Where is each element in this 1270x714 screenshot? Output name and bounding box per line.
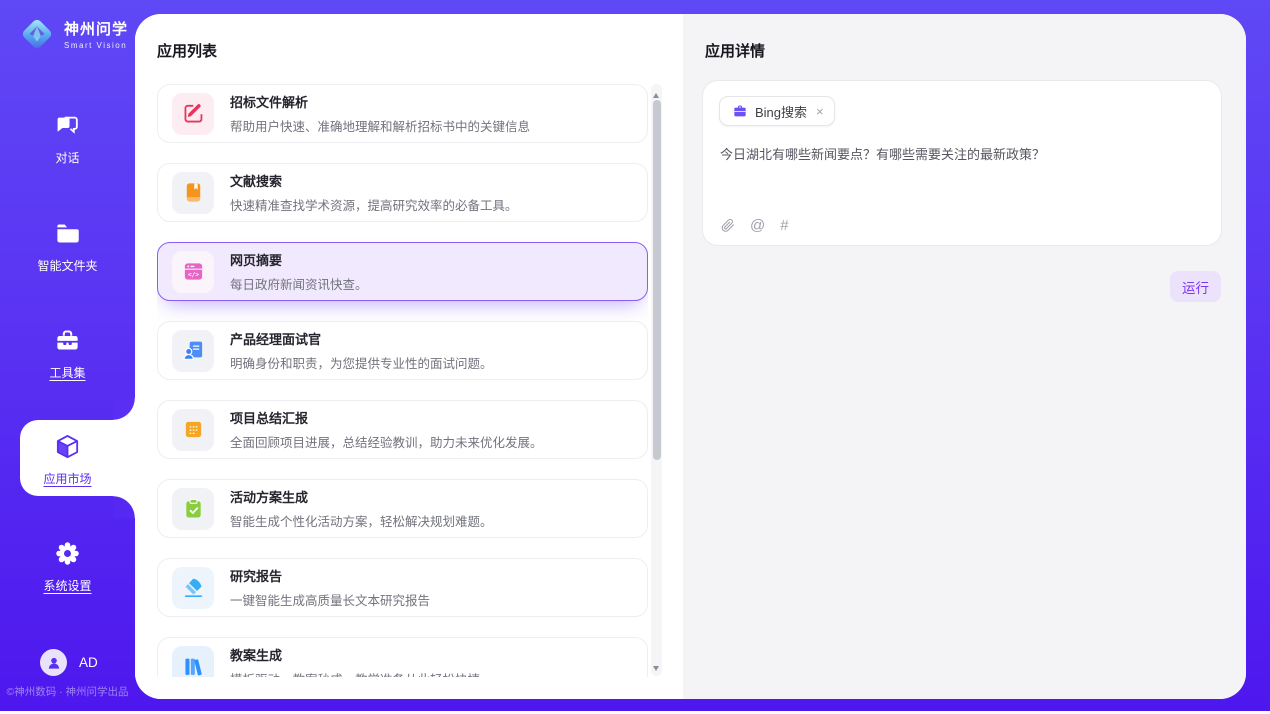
gear-icon bbox=[54, 540, 81, 567]
scrollbar-thumb[interactable] bbox=[653, 100, 661, 460]
prompt-input[interactable]: 今日湖北有哪些新闻要点？有哪些需要关注的最新政策？ bbox=[720, 145, 1205, 165]
app-card-description: 智能生成个性化活动方案，轻松解决规划难题。 bbox=[230, 511, 493, 530]
clipboard-check-icon bbox=[182, 497, 205, 520]
app-icon-tile bbox=[172, 172, 214, 214]
app-card-title: 文献搜索 bbox=[230, 171, 518, 190]
app-window: 神州问学 Smart Vision 对话 智能文件夹 工具集 应用市场 系统设置… bbox=[0, 0, 1270, 711]
app-icon-tile bbox=[172, 488, 214, 530]
edit-doc-icon bbox=[182, 102, 205, 125]
app-card[interactable]: 文献搜索 快速精准查找学术资源，提高研究效率的必备工具。 bbox=[157, 163, 648, 222]
hashtag-icon[interactable]: # bbox=[780, 218, 788, 233]
app-card-title: 活动方案生成 bbox=[230, 487, 493, 506]
sidebar-item-label: 对话 bbox=[0, 149, 135, 166]
app-list-scrollbar[interactable] bbox=[651, 84, 662, 676]
app-list-title: 应用列表 bbox=[157, 40, 217, 61]
avatar bbox=[40, 649, 67, 676]
app-card-description: 模板驱动，教案秒成，教学准备从此轻松快捷 bbox=[230, 669, 480, 677]
mention-icon[interactable]: @ bbox=[750, 218, 765, 233]
app-icon-tile bbox=[172, 567, 214, 609]
prompt-toolbar: @ # bbox=[720, 218, 789, 233]
app-icon-tile bbox=[172, 409, 214, 451]
user-icon bbox=[46, 655, 62, 671]
app-card-description: 快速精准查找学术资源，提高研究效率的必备工具。 bbox=[230, 195, 518, 214]
app-card[interactable]: 研究报告 一键智能生成高质量长文本研究报告 bbox=[157, 558, 648, 617]
app-card-description: 一键智能生成高质量长文本研究报告 bbox=[230, 590, 430, 609]
app-card-description: 帮助用户快速、准确地理解和解析招标书中的关键信息 bbox=[230, 116, 530, 135]
main-content: 应用列表 招标文件解析 帮助用户快速、准确地理解和解析招标书中的关键信息 文献搜… bbox=[135, 14, 1246, 699]
sidebar: 神州问学 Smart Vision 对话 智能文件夹 工具集 应用市场 系统设置… bbox=[0, 0, 135, 711]
chat-icon bbox=[54, 112, 81, 139]
pen-icon bbox=[182, 576, 205, 599]
app-card[interactable]: 项目总结汇报 全面回顾项目进展，总结经验教训，助力未来优化发展。 bbox=[157, 400, 648, 459]
sidebar-item-label: 系统设置 bbox=[0, 577, 135, 594]
sidebar-item-label: 工具集 bbox=[0, 364, 135, 381]
tag-close-icon[interactable]: × bbox=[816, 104, 824, 119]
user-name: AD bbox=[79, 655, 98, 670]
toolbox-icon bbox=[54, 327, 81, 354]
app-detail-title: 应用详情 bbox=[705, 40, 765, 61]
app-icon-tile bbox=[172, 251, 214, 293]
app-card-title: 项目总结汇报 bbox=[230, 408, 543, 427]
app-list-panel: 应用列表 招标文件解析 帮助用户快速、准确地理解和解析招标书中的关键信息 文献搜… bbox=[135, 14, 683, 699]
sidebar-item-1[interactable]: 智能文件夹 bbox=[0, 220, 135, 274]
app-list: 招标文件解析 帮助用户快速、准确地理解和解析招标书中的关键信息 文献搜索 快速精… bbox=[157, 84, 648, 677]
scroll-down-arrow[interactable] bbox=[651, 661, 662, 673]
app-card-title: 教案生成 bbox=[230, 645, 480, 664]
app-card-description: 明确身份和职责，为您提供专业性的面试问题。 bbox=[230, 353, 493, 372]
run-button[interactable]: 运行 bbox=[1170, 271, 1221, 302]
tool-tag-label: Bing搜索 bbox=[755, 102, 807, 121]
sidebar-nav: 对话 智能文件夹 工具集 应用市场 系统设置 bbox=[0, 0, 135, 711]
briefcase-icon bbox=[732, 103, 748, 119]
app-icon-tile bbox=[172, 93, 214, 135]
app-card-title: 产品经理面试官 bbox=[230, 329, 493, 348]
app-card[interactable]: 活动方案生成 智能生成个性化活动方案，轻松解决规划难题。 bbox=[157, 479, 648, 538]
app-card-description: 全面回顾项目进展，总结经验教训，助力未来优化发展。 bbox=[230, 432, 543, 451]
paperclip-icon[interactable] bbox=[720, 218, 735, 233]
app-card[interactable]: 教案生成 模板驱动，教案秒成，教学准备从此轻松快捷 bbox=[157, 637, 648, 677]
tool-tag-bing-search[interactable]: Bing搜索 × bbox=[719, 96, 835, 126]
interviewer-icon bbox=[182, 339, 205, 362]
webpage-icon bbox=[182, 260, 205, 283]
scroll-up-arrow[interactable] bbox=[651, 87, 662, 99]
app-detail-panel: 应用详情 Bing搜索 × 今日湖北有哪些新闻要点？有哪些需要关注的最新政策？ … bbox=[683, 14, 1246, 699]
sidebar-item-4[interactable]: 系统设置 bbox=[0, 540, 135, 594]
app-icon-tile bbox=[172, 330, 214, 372]
note-icon bbox=[182, 418, 205, 441]
app-icon-tile bbox=[172, 646, 214, 678]
app-card-title: 招标文件解析 bbox=[230, 92, 530, 111]
prompt-card: Bing搜索 × 今日湖北有哪些新闻要点？有哪些需要关注的最新政策？ @ # bbox=[702, 80, 1222, 246]
book-icon bbox=[182, 181, 205, 204]
sidebar-item-0[interactable]: 对话 bbox=[0, 112, 135, 166]
app-card-title: 研究报告 bbox=[230, 566, 430, 585]
app-card-title: 网页摘要 bbox=[230, 250, 368, 269]
app-card[interactable]: 网页摘要 每日政府新闻资讯快查。 bbox=[157, 242, 648, 301]
folder-icon bbox=[54, 220, 81, 247]
sidebar-item-label: 智能文件夹 bbox=[0, 257, 135, 274]
sidebar-item-2[interactable]: 工具集 bbox=[0, 327, 135, 381]
books-icon bbox=[182, 655, 205, 677]
user-account[interactable]: AD bbox=[40, 649, 98, 676]
app-card-description: 每日政府新闻资讯快查。 bbox=[230, 274, 368, 293]
app-card[interactable]: 招标文件解析 帮助用户快速、准确地理解和解析招标书中的关键信息 bbox=[157, 84, 648, 143]
copyright-footer: ©神州数码 · 神州问学出品 bbox=[0, 684, 135, 699]
app-card[interactable]: 产品经理面试官 明确身份和职责，为您提供专业性的面试问题。 bbox=[157, 321, 648, 380]
sidebar-item-3[interactable]: 应用市场 bbox=[0, 433, 135, 487]
sidebar-item-label: 应用市场 bbox=[0, 470, 135, 487]
cube-icon bbox=[54, 433, 81, 460]
